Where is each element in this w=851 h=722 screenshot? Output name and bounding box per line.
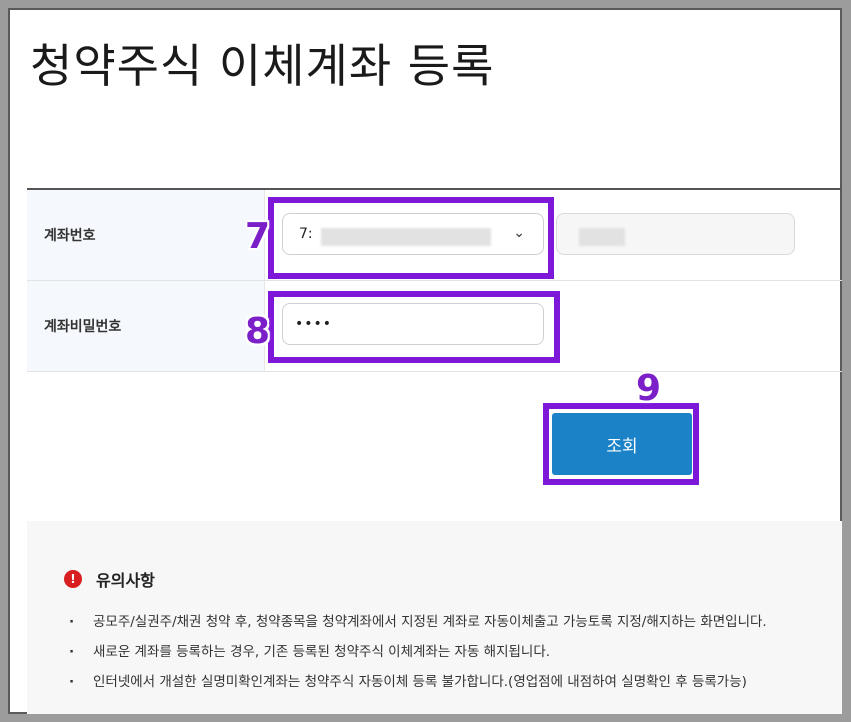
account-row: 계좌번호 7: ⌄ xyxy=(27,190,842,281)
password-input[interactable] xyxy=(282,303,544,345)
search-button[interactable]: 조회 xyxy=(552,413,692,475)
redacted-account-holder xyxy=(579,228,625,246)
chevron-down-icon: ⌄ xyxy=(513,225,525,241)
step-marker-password: 8 xyxy=(245,311,271,352)
password-label-cell: 계좌비밀번호 xyxy=(27,281,265,371)
notice-item: 새로운 계좌를 등록하는 경우, 기존 등록된 청약주식 이체계좌는 자동 해지… xyxy=(69,637,767,667)
redacted-account-number xyxy=(321,228,491,246)
alert-icon: ! xyxy=(64,570,82,588)
notice-item: 공모주/실권주/채권 청약 후, 청약종목을 청약계좌에서 지정된 계좌로 자동… xyxy=(69,607,767,637)
step-marker-search: 9 xyxy=(636,368,662,409)
notice-item: 인터넷에서 개설한 실명미확인계좌는 청약주식 자동이체 등록 불가합니다.(영… xyxy=(69,667,767,697)
account-holder-field xyxy=(556,213,795,255)
account-select[interactable]: 7: ⌄ xyxy=(282,213,544,255)
step-marker-account: 7 xyxy=(245,216,271,257)
account-select-value: 7: xyxy=(299,226,313,242)
notice-list: 공모주/실권주/채권 청약 후, 청약종목을 청약계좌에서 지정된 계좌로 자동… xyxy=(69,607,767,697)
password-label: 계좌비밀번호 xyxy=(44,319,122,335)
notice-header: ! 유의사항 xyxy=(64,567,155,591)
notice-panel: ! 유의사항 공모주/실권주/채권 청약 후, 청약종목을 청약계좌에서 지정된… xyxy=(27,521,842,714)
account-label: 계좌번호 xyxy=(44,228,96,244)
account-label-cell: 계좌번호 xyxy=(27,190,265,280)
page-title: 청약주식 이체계좌 등록 xyxy=(30,39,495,93)
notice-title: 유의사항 xyxy=(96,571,155,590)
window-frame: 청약주식 이체계좌 등록 계좌번호 7: ⌄ 계좌비밀번호 조회 7 8 9 xyxy=(0,0,851,722)
